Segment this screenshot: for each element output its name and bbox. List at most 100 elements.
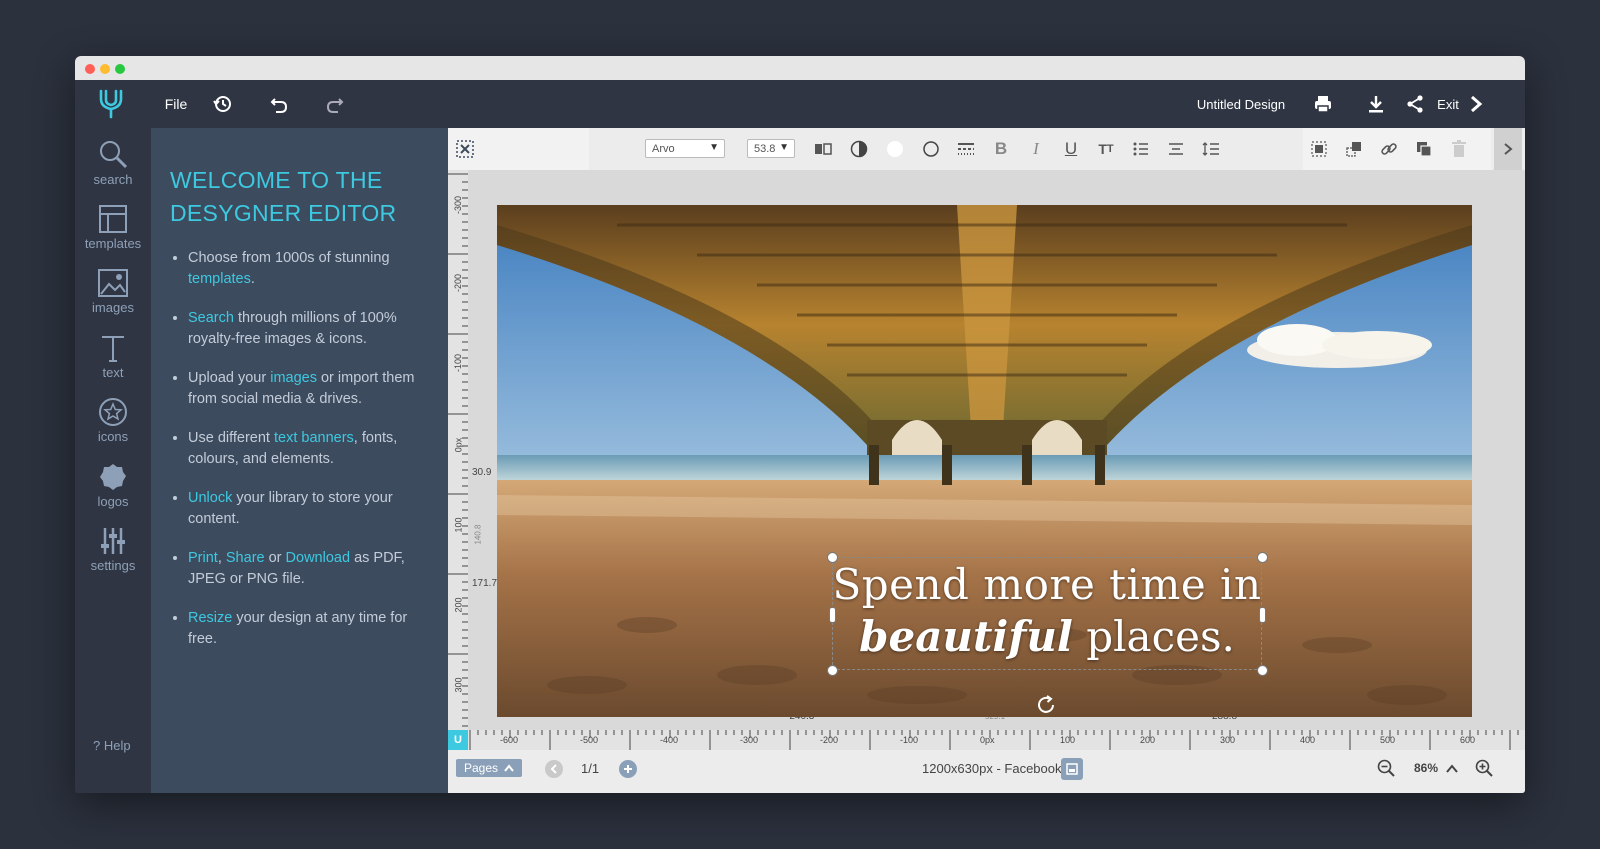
editor-window: File Untitled Design Exit search templat…	[75, 56, 1525, 793]
ruler-tick-label: -300	[740, 735, 759, 745]
bullet-list-icon[interactable]	[1130, 138, 1152, 160]
search-link[interactable]: Search	[188, 310, 234, 326]
unlock-link[interactable]: Unlock	[188, 490, 232, 506]
ruler-tick-label: -500	[580, 735, 599, 745]
zoom-level[interactable]: 86%	[1414, 761, 1438, 775]
history-icon[interactable]	[211, 80, 235, 128]
canvas-headline[interactable]: Spend more time in beautiful places.	[797, 559, 1297, 663]
ruler-tick-label: 600	[1460, 735, 1476, 745]
text-banners-link[interactable]: text banners	[274, 430, 354, 446]
zoom-out-icon[interactable]	[1377, 759, 1395, 782]
help-link[interactable]: ? Help	[93, 738, 131, 753]
exit-button[interactable]: Exit	[1435, 80, 1461, 128]
sidebar-item-label: images	[92, 300, 134, 315]
print-icon[interactable]	[1311, 80, 1335, 128]
chevron-right-icon[interactable]	[1465, 80, 1487, 128]
format-toolbar: Arvo ▼ 53.8 ▼ B I U T T	[448, 128, 1525, 170]
vertical-ruler[interactable]: -300 -200 -100 0px 100 200 300	[448, 170, 468, 730]
ruler-tick-label: 400	[1300, 735, 1316, 745]
minimize-window-button[interactable]	[100, 64, 110, 74]
list-item: Use different text banners, fonts, colou…	[188, 428, 433, 470]
italic-icon[interactable]: I	[1025, 138, 1047, 160]
bottom-bar: Pages 1/1 1200x630px - Facebook 86%	[448, 750, 1525, 793]
layout-icon	[99, 205, 127, 233]
ruler-tick-label: -100	[900, 735, 919, 745]
magnifier-icon	[100, 141, 128, 169]
sidebar-item-search[interactable]: search	[75, 138, 151, 198]
resize-handle[interactable]	[827, 665, 838, 676]
badge-icon	[100, 464, 126, 490]
list-item: Upload your images or import them from s…	[188, 368, 433, 410]
download-link[interactable]: Download	[286, 550, 351, 566]
ruler-tick-label: 500	[1380, 735, 1396, 745]
templates-link[interactable]: templates	[188, 271, 251, 287]
resize-canvas-button[interactable]	[1061, 758, 1083, 780]
color-fill-icon[interactable]	[884, 138, 906, 160]
images-link[interactable]: images	[270, 370, 317, 386]
font-family-select[interactable]: Arvo ▼	[645, 139, 725, 158]
list-item: Resize your design at any time for free.	[188, 608, 433, 650]
share-link[interactable]: Share	[226, 550, 265, 566]
flip-icon[interactable]	[812, 138, 834, 160]
select-all-icon[interactable]	[1308, 138, 1330, 160]
file-menu[interactable]: File	[159, 80, 193, 128]
resize-link[interactable]: Resize	[188, 610, 232, 626]
design-canvas[interactable]: Spend more time in beautiful places.	[497, 205, 1472, 717]
add-page-button[interactable]	[619, 760, 637, 778]
deselect-icon[interactable]	[454, 138, 476, 160]
design-title[interactable]: Untitled Design	[1193, 80, 1289, 128]
resize-icon	[1066, 763, 1078, 775]
resize-handle[interactable]	[1257, 665, 1268, 676]
selection-top-value: 30.9	[472, 467, 492, 478]
undo-icon[interactable]	[267, 80, 291, 128]
font-size-select[interactable]: 53.8 ▼	[747, 139, 795, 158]
sidebar-item-images[interactable]: images	[75, 268, 151, 328]
star-circle-icon	[99, 398, 127, 426]
arrange-icon[interactable]	[1343, 138, 1365, 160]
pages-button[interactable]: Pages	[456, 759, 523, 777]
text-case-icon[interactable]: TT	[1095, 138, 1117, 160]
download-icon[interactable]	[1364, 80, 1388, 128]
ruler-unit-icon[interactable]: U	[448, 730, 468, 750]
close-window-button[interactable]	[85, 64, 95, 74]
outline-icon[interactable]	[920, 138, 942, 160]
sidebar-item-label: logos	[97, 494, 129, 509]
sidebar-item-logos[interactable]: logos	[75, 462, 151, 522]
toolbar-expand-icon[interactable]	[1494, 128, 1522, 170]
underline-icon[interactable]: U	[1060, 138, 1082, 160]
sidebar-item-templates[interactable]: templates	[75, 204, 151, 264]
maximize-window-button[interactable]	[115, 64, 125, 74]
plus-icon	[624, 765, 632, 773]
y-logo-icon[interactable]	[93, 80, 129, 128]
ruler-tick-label: -200	[820, 735, 839, 745]
chevron-left-icon	[550, 764, 557, 774]
bold-icon[interactable]: B	[990, 138, 1012, 160]
align-center-icon[interactable]	[1165, 138, 1187, 160]
duplicate-icon[interactable]	[1413, 138, 1435, 160]
sidebar-item-label: text	[102, 365, 124, 380]
print-link[interactable]: Print	[188, 550, 218, 566]
canvas-size-label: 1200x630px - Facebook	[922, 761, 1062, 776]
sidebar-item-settings[interactable]: settings	[75, 526, 151, 586]
zoom-in-icon[interactable]	[1475, 759, 1493, 782]
image-icon	[98, 269, 128, 297]
panel-title-line1: WELCOME TO THE	[170, 167, 383, 193]
prev-page-button[interactable]	[545, 760, 563, 778]
line-style-icon[interactable]	[955, 138, 977, 160]
trash-icon[interactable]	[1448, 138, 1470, 160]
ruler-tick-label: 0px	[980, 735, 995, 745]
chevron-up-icon[interactable]	[1446, 761, 1458, 779]
sidebar-item-text[interactable]: text	[75, 333, 151, 393]
sidebar-item-label: settings	[90, 558, 136, 573]
page-count: 1/1	[581, 761, 600, 776]
contrast-icon[interactable]	[848, 138, 870, 160]
panel-title: WELCOME TO THE DESYGNER EDITOR	[170, 164, 430, 230]
redo-icon[interactable]	[323, 80, 347, 128]
sidebar-item-icons[interactable]: icons	[75, 397, 151, 457]
sidebar-item-label: search	[93, 172, 133, 187]
rotate-icon[interactable]	[1035, 694, 1057, 717]
line-spacing-icon[interactable]	[1200, 138, 1222, 160]
share-icon[interactable]	[1403, 80, 1427, 128]
list-item: Choose from 1000s of stunning templates.	[188, 248, 433, 290]
link-icon[interactable]	[1378, 138, 1400, 160]
